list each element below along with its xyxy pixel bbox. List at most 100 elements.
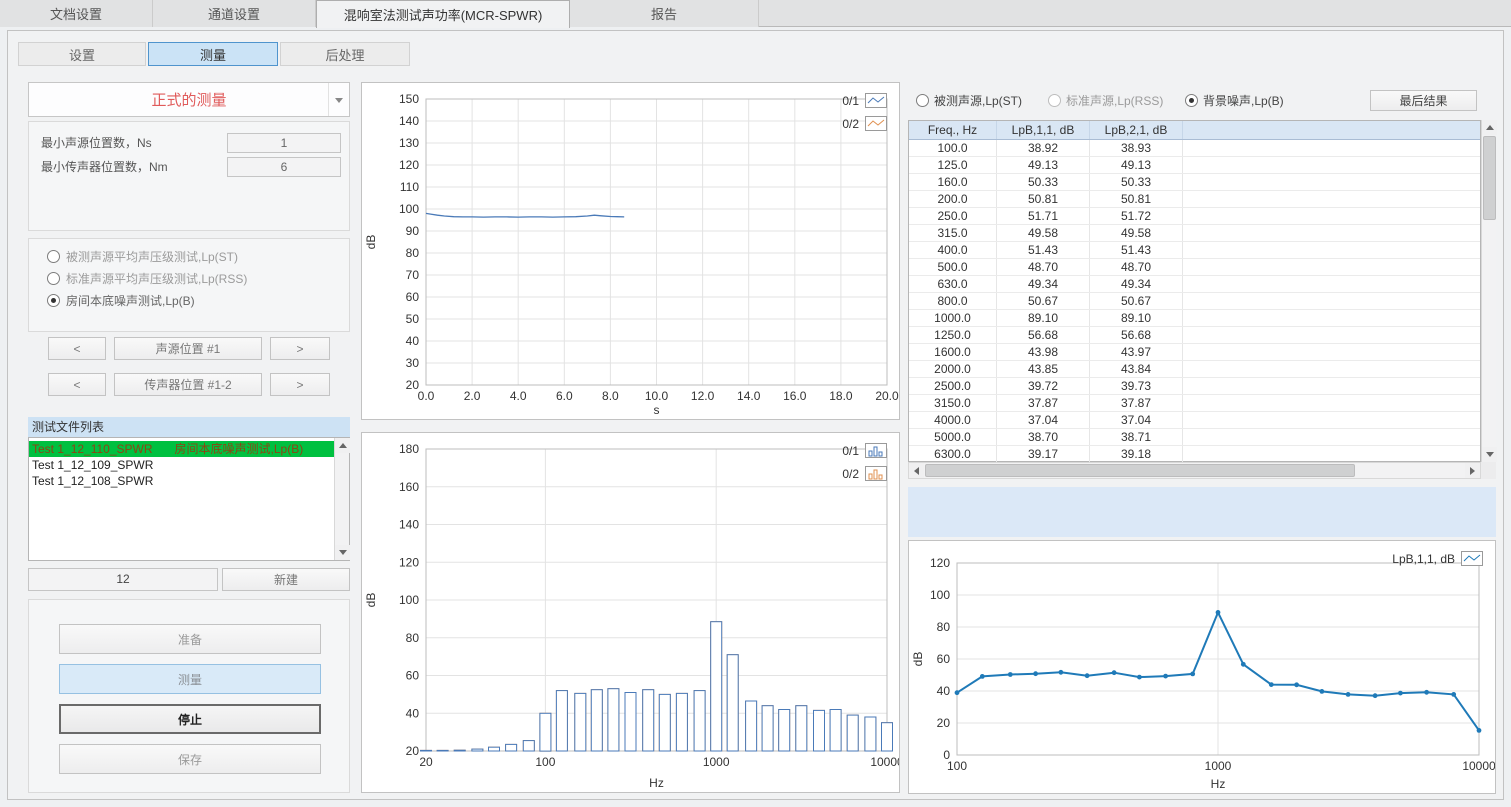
table-row[interactable]: 200.050.8150.81 — [909, 191, 1480, 208]
table-row[interactable]: 250.051.7151.72 — [909, 208, 1480, 225]
svg-text:Hz: Hz — [649, 776, 664, 790]
scroll-right-icon[interactable] — [1465, 463, 1480, 478]
table-row[interactable]: 2000.043.8543.84 — [909, 361, 1480, 378]
radio-icon — [47, 272, 60, 285]
table-row[interactable]: 500.048.7048.70 — [909, 259, 1480, 276]
source-position-button[interactable]: 声源位置 #1 — [114, 337, 262, 360]
scroll-down-icon[interactable] — [335, 545, 350, 560]
radio-label: 被测声源平均声压级测试,Lp(ST) — [66, 248, 238, 265]
file-number-field[interactable]: 12 — [28, 568, 218, 591]
table-cell: 160.0 — [909, 174, 997, 190]
table-cell: 2000.0 — [909, 361, 997, 377]
file-list-scrollbar[interactable] — [334, 438, 349, 560]
table-cell: 100.0 — [909, 140, 997, 156]
table-vertical-scrollbar[interactable] — [1481, 120, 1496, 462]
table-row[interactable]: 100.038.9238.93 — [909, 140, 1480, 157]
tab-mcr-spwr[interactable]: 混响室法测试声功率(MCR-SPWR) — [316, 0, 570, 28]
radio-lp-b-test[interactable]: 房间本底噪声测试,Lp(B) — [47, 293, 195, 308]
file-list-item[interactable]: Test 1_12_109_SPWR — [29, 457, 335, 473]
svg-text:160: 160 — [399, 480, 419, 494]
table-cell: 38.71 — [1090, 429, 1183, 445]
new-button[interactable]: 新建 — [222, 568, 350, 591]
tab-report[interactable]: 报告 — [570, 0, 759, 27]
radio-source-lp-st[interactable]: 被测声源,Lp(ST) — [916, 93, 1022, 108]
radio-label: 标准声源平均声压级测试,Lp(RSS) — [66, 270, 247, 287]
table-row[interactable]: 400.051.4351.43 — [909, 242, 1480, 259]
min-mic-positions-input[interactable]: 6 — [227, 157, 341, 177]
table-row[interactable]: 3150.037.8737.87 — [909, 395, 1480, 412]
svg-text:50: 50 — [406, 312, 420, 326]
radio-background-lp-b[interactable]: 背景噪声,Lp(B) — [1185, 93, 1284, 108]
table-row[interactable]: 5000.038.7038.71 — [909, 429, 1480, 446]
svg-text:40: 40 — [406, 334, 420, 348]
svg-text:120: 120 — [399, 555, 419, 569]
subtab-settings[interactable]: 设置 — [18, 42, 146, 66]
scroll-down-icon[interactable] — [1482, 447, 1497, 462]
table-cell: 56.68 — [1090, 327, 1183, 343]
table-row[interactable]: 800.050.6750.67 — [909, 293, 1480, 310]
scroll-left-icon[interactable] — [909, 463, 924, 478]
table-cell: 1000.0 — [909, 310, 997, 326]
scrollbar-thumb[interactable] — [925, 464, 1355, 477]
measurement-mode-dropdown[interactable]: 正式的测量 — [28, 82, 350, 117]
main-tab-bar: 文档设置 通道设置 混响室法测试声功率(MCR-SPWR) 报告 — [0, 0, 1511, 27]
tab-channel-settings[interactable]: 通道设置 — [153, 0, 316, 27]
mic-position-button[interactable]: 传声器位置 #1-2 — [114, 373, 262, 396]
table-row[interactable]: 160.050.3350.33 — [909, 174, 1480, 191]
column-header-filler — [1183, 121, 1480, 139]
file-list-title: 测试文件列表 — [28, 417, 350, 437]
subtab-measure[interactable]: 测量 — [148, 42, 278, 66]
table-row[interactable]: 1000.089.1089.10 — [909, 310, 1480, 327]
svg-text:60: 60 — [406, 669, 420, 683]
time-history-chart: 20304050607080901001101201301401500.02.0… — [361, 82, 900, 420]
radio-standard-lp-rss[interactable]: 标准声源,Lp(RSS) — [1048, 93, 1163, 108]
svg-text:20.0: 20.0 — [875, 389, 899, 403]
result-spectrum-chart: 020406080100120100100010000HzdBLpB,1,1, … — [908, 540, 1496, 794]
table-row[interactable]: 315.049.5849.58 — [909, 225, 1480, 242]
svg-text:16.0: 16.0 — [783, 389, 807, 403]
column-header-lpb11[interactable]: LpB,1,1, dB — [997, 121, 1090, 139]
tab-document-settings[interactable]: 文档设置 — [0, 0, 153, 27]
table-cell: 49.58 — [997, 225, 1090, 241]
table-row[interactable]: 630.049.3449.34 — [909, 276, 1480, 293]
radio-lp-rss-test[interactable]: 标准声源平均声压级测试,Lp(RSS) — [47, 271, 247, 286]
table-cell: 125.0 — [909, 157, 997, 173]
source-position-next-button[interactable]: > — [270, 337, 330, 360]
scroll-up-icon[interactable] — [335, 438, 350, 453]
column-header-lpb21[interactable]: LpB,2,1, dB — [1090, 121, 1183, 139]
file-list-item[interactable]: Test 1_12_110_SPWR房间本底噪声测试,Lp(B) — [29, 441, 335, 457]
line-series-icon — [865, 93, 887, 108]
scrollbar-thumb[interactable] — [1483, 136, 1496, 220]
subtab-postprocess[interactable]: 后处理 — [280, 42, 410, 66]
chevron-down-icon[interactable] — [328, 83, 349, 116]
table-cell: 315.0 — [909, 225, 997, 241]
table-cell: 50.81 — [997, 191, 1090, 207]
svg-text:dB: dB — [364, 593, 378, 608]
file-list-item[interactable]: Test 1_12_108_SPWR — [29, 473, 335, 489]
stop-button[interactable]: 停止 — [59, 704, 321, 734]
table-row[interactable]: 1600.043.9843.97 — [909, 344, 1480, 361]
table-cell: 48.70 — [1090, 259, 1183, 275]
save-button[interactable]: 保存 — [59, 744, 321, 774]
final-result-button[interactable]: 最后结果 — [1370, 90, 1477, 111]
svg-text:40: 40 — [937, 684, 951, 698]
source-position-prev-button[interactable]: < — [48, 337, 106, 360]
table-row[interactable]: 6300.039.1739.18 — [909, 446, 1480, 463]
measure-button[interactable]: 测量 — [59, 664, 321, 694]
table-row[interactable]: 125.049.1349.13 — [909, 157, 1480, 174]
spacer-band — [908, 487, 1496, 537]
prepare-button[interactable]: 准备 — [59, 624, 321, 654]
bar-series-icon — [865, 443, 887, 458]
min-source-positions-input[interactable]: 1 — [227, 133, 341, 153]
mic-position-next-button[interactable]: > — [270, 373, 330, 396]
svg-text:10000: 10000 — [870, 755, 899, 769]
radio-lp-st-test[interactable]: 被测声源平均声压级测试,Lp(ST) — [47, 249, 238, 264]
scroll-up-icon[interactable] — [1482, 120, 1497, 135]
table-row[interactable]: 4000.037.0437.04 — [909, 412, 1480, 429]
table-row[interactable]: 2500.039.7239.73 — [909, 378, 1480, 395]
table-row[interactable]: 1250.056.6856.68 — [909, 327, 1480, 344]
column-header-freq[interactable]: Freq., Hz — [909, 121, 997, 139]
mic-position-prev-button[interactable]: < — [48, 373, 106, 396]
svg-text:dB: dB — [911, 652, 925, 667]
table-horizontal-scrollbar[interactable] — [908, 462, 1481, 479]
